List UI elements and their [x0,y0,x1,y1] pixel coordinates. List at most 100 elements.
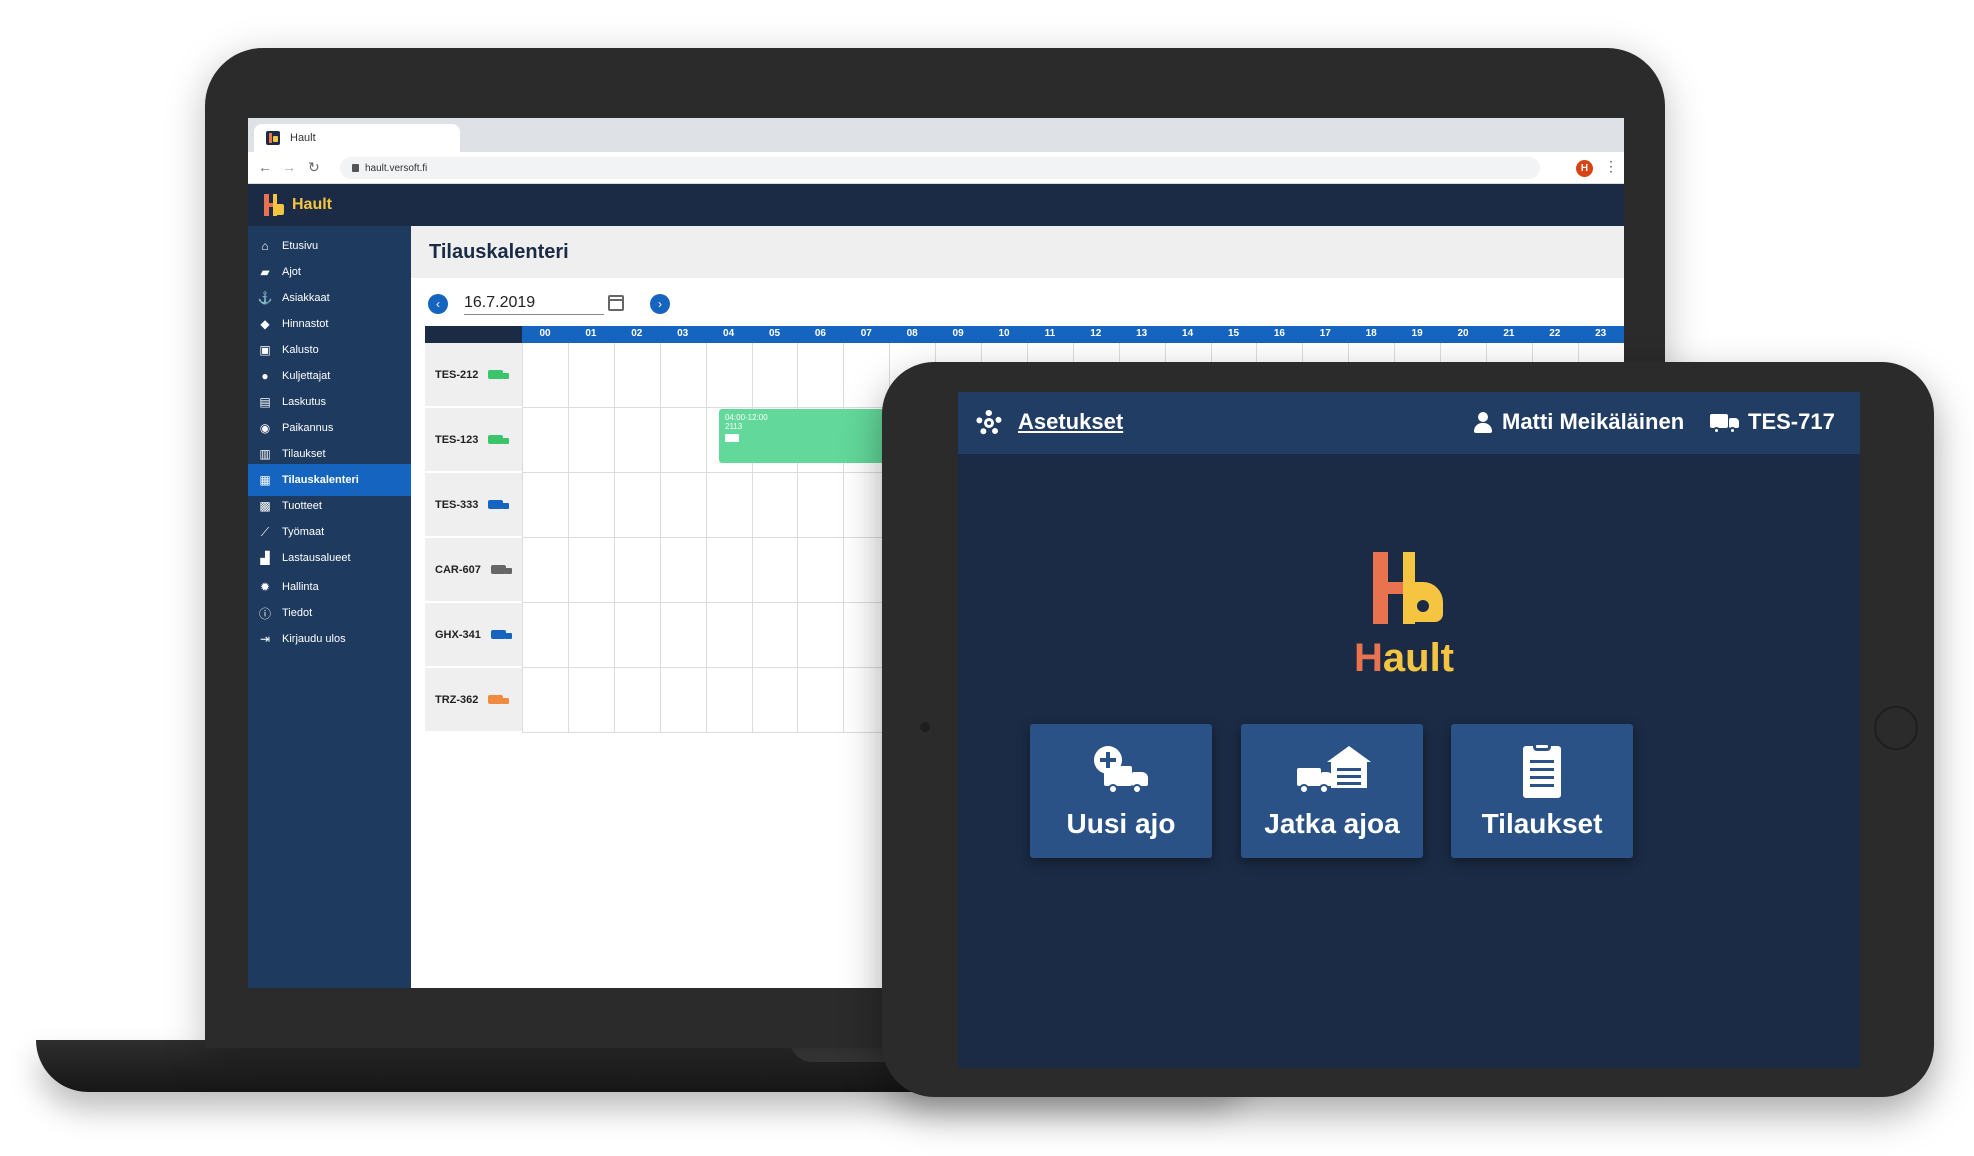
hour-label: 19 [1411,328,1423,339]
orders-button[interactable]: Tilaukset [1451,724,1633,858]
sidebar-item-lastausalueet[interactable]: ▟ Lastausalueet [248,542,411,574]
hour-label: 18 [1365,328,1377,339]
new-trip-button[interactable]: Uusi ajo [1030,724,1212,858]
calendar-icon[interactable] [608,295,624,311]
truck-icon [488,498,510,512]
hour-label: 14 [1182,328,1194,339]
hour-label: 16 [1273,328,1285,339]
vehicle-plate: TES-333 [435,498,479,511]
browser-menu-icon[interactable]: ⋮ [1604,158,1618,175]
vehicle-row-label[interactable]: TES-212 [425,343,522,407]
sidebar-item-label: Hinnastot [282,318,329,330]
vehicle-row-label[interactable]: CAR-607 [425,538,522,602]
truck-fast-icon [488,433,510,447]
grid-line [751,343,753,733]
hour-label: 00 [539,328,551,339]
hour-label: 13 [1136,328,1148,339]
hour-label: 23 [1595,328,1607,339]
browser-tab[interactable]: Hault [254,124,460,152]
tablet-screen: Asetukset Matti Meikäläinen TES-717 Haul… [958,392,1860,1068]
page-header: Tilauskalenteri [411,226,1624,278]
map-pin-icon: ◉ [259,421,271,435]
truck-sync-icon [490,628,513,642]
home-icon: ⌂ [261,239,269,253]
clipboard-icon: ▥ [259,447,271,461]
vehicle-plate: GHX-341 [435,628,481,641]
grid-line [843,343,845,733]
browser-toolbar: ← → ↻ hault.versoft.fi H ⋮ [248,152,1624,184]
sidebar-item-label: Paikannus [282,422,334,434]
sidebar-item-label: Etusivu [282,240,319,252]
truck-loading-icon [488,693,510,707]
sidebar-item-label: Kirjaudu ulos [282,633,346,645]
sidebar-item-label: Ajot [282,266,301,278]
reload-icon[interactable]: ↻ [308,159,320,176]
next-day-button[interactable]: › [650,294,670,314]
app-header: Hault [248,184,1624,226]
favicon-icon [266,131,280,145]
truck-fast-icon [488,368,510,382]
wordmark-h: H [1354,636,1383,680]
forward-icon[interactable]: → [282,159,296,175]
prev-day-button[interactable]: ‹ [428,294,448,314]
sidebar-item-label: Asiakkaat [282,292,330,304]
vehicle-plate: TES-123 [435,433,479,446]
hour-label: 02 [631,328,643,339]
person-icon: ● [261,369,269,383]
sidebar-item-kirjaudu-ulos[interactable]: ⇥ Kirjaudu ulos [248,623,411,655]
vehicle-row-label[interactable]: TES-123 [425,408,522,472]
browser-tabstrip: Hault [248,118,1624,152]
hour-label: 03 [677,328,689,339]
gear-center [984,418,994,428]
vehicle-plate: CAR-607 [435,563,481,576]
boxes-icon: ▩ [259,499,271,513]
sidebar-item-label: Tiedot [282,607,313,619]
user-name: Matti Meikäläinen [1502,409,1685,434]
grid-line [797,343,799,733]
hour-header: 00 01 02 03 04 05 06 07 08 09 10 11 12 13 14 15 16 17 18 19… [425,326,1624,343]
continue-trip-icon [1241,746,1423,798]
hour-label: 01 [585,328,597,339]
orders-label: Tilaukset [1481,808,1603,839]
truck-off-icon [490,563,513,577]
truck-icon [1710,414,1740,434]
lock-icon [352,164,359,172]
hour-label: 20 [1457,328,1469,339]
sidebar-item-label: Työmaat [282,526,325,538]
hour-label: 10 [998,328,1010,339]
hour-label: 21 [1503,328,1515,339]
hault-wordmark: Hault [1354,636,1454,681]
vehicle-plate: TES-212 [435,368,479,381]
vehicle-row-label[interactable]: TRZ-362 [425,668,522,732]
new-trip-label: Uusi ajo [1066,808,1176,839]
grid-line [522,343,523,733]
date-input[interactable]: 16.7.2019 [464,294,604,315]
app-name: Hault [292,196,332,213]
continue-trip-button[interactable]: Jatka ajoa [1241,724,1423,858]
calendar-icon: ▦ [259,473,271,487]
date-picker: ‹ 16.7.2019 › [428,292,688,316]
hour-label: 11 [1044,328,1056,339]
back-icon[interactable]: ← [258,159,272,175]
info-icon: ⓘ [258,606,271,621]
hour-header-corner [425,326,522,343]
hour-label: 12 [1090,328,1102,339]
profile-avatar[interactable]: H [1576,160,1593,177]
sidebar-item-label: Kalusto [282,344,319,356]
warehouse-icon: ▟ [260,551,270,565]
vehicle-id: TES-717 [1748,409,1835,434]
sidebar-item-label: Kuljettajat [282,370,331,382]
continue-trip-label: Jatka ajoa [1264,808,1400,839]
hour-label: 22 [1549,328,1561,339]
hault-logo-icon [1373,552,1443,624]
hour-label: 05 [768,328,781,339]
settings-link[interactable]: Asetukset [1018,409,1123,435]
tab-title: Hault [290,132,316,144]
tablet-home-button [1874,706,1918,750]
vehicle-row-label[interactable]: TES-333 [425,473,522,537]
url-bar[interactable]: hault.versoft.fi [340,157,1540,179]
vehicle-row-label[interactable]: GHX-341 [425,603,522,667]
wordmark-rest: ault [1382,636,1455,680]
sidebar-item-label: Laskutus [282,396,327,408]
tablet-camera [920,722,930,732]
